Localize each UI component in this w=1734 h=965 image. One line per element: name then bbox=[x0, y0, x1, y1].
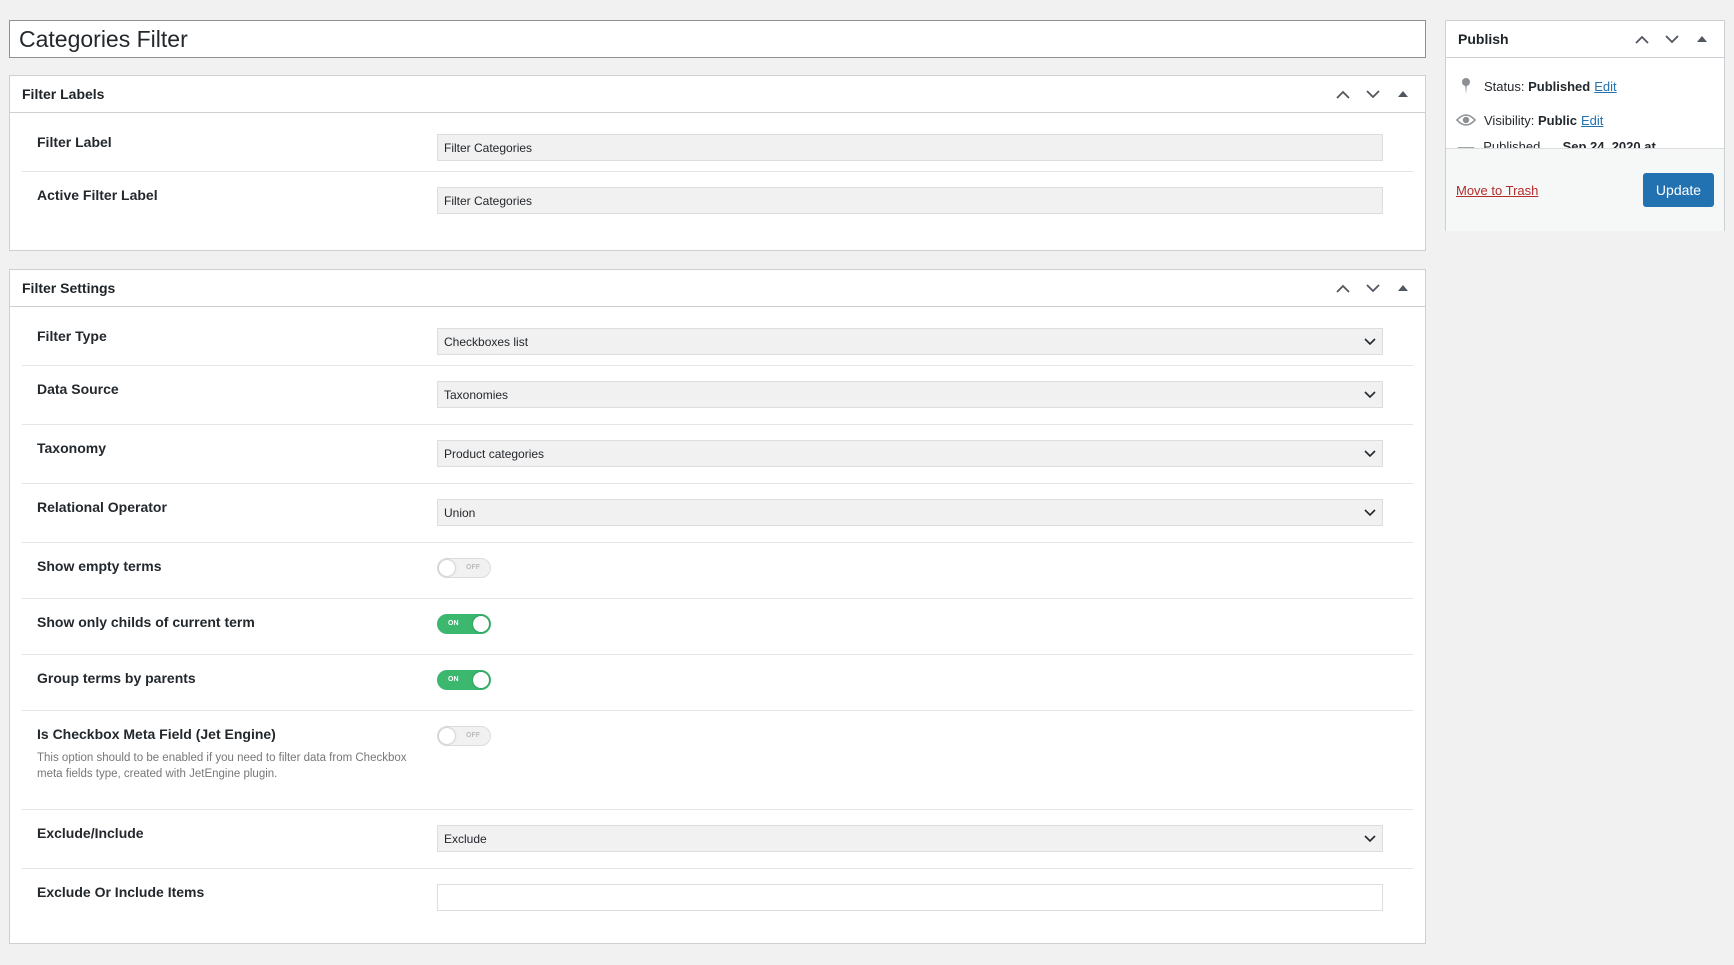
move-up-icon[interactable] bbox=[1333, 278, 1353, 298]
taxonomy-value: Product categories bbox=[444, 446, 545, 461]
publish-title: Publish bbox=[1458, 31, 1509, 47]
filter-type-row: Filter Type Checkboxes list bbox=[22, 307, 1413, 366]
filter-settings-box: Filter Settings Filter Type Checkboxes l… bbox=[9, 269, 1426, 944]
checkbox-meta-label: Is Checkbox Meta Field (Jet Engine) bbox=[37, 726, 276, 742]
taxonomy-label: Taxonomy bbox=[37, 440, 106, 456]
taxonomy-row: Taxonomy Product categories bbox=[22, 425, 1413, 484]
pin-icon bbox=[1456, 77, 1476, 95]
filter-settings-title: Filter Settings bbox=[22, 280, 116, 296]
show-empty-terms-label: Show empty terms bbox=[37, 558, 162, 574]
move-down-icon[interactable] bbox=[1363, 278, 1383, 298]
post-title-input[interactable]: Categories Filter bbox=[9, 20, 1426, 58]
move-up-icon[interactable] bbox=[1632, 29, 1652, 49]
move-down-icon[interactable] bbox=[1363, 84, 1383, 104]
show-only-childs-row: Show only childs of current term ON bbox=[22, 599, 1413, 655]
chevron-down-icon bbox=[1364, 447, 1376, 461]
data-source-label: Data Source bbox=[37, 381, 119, 397]
chevron-down-icon bbox=[1364, 335, 1376, 349]
filter-label-row: Filter Label Filter Categories bbox=[22, 113, 1413, 172]
exclude-include-value: Exclude bbox=[444, 831, 487, 846]
exclude-items-row: Exclude Or Include Items bbox=[22, 869, 1413, 935]
publish-actions: Move to Trash Update bbox=[1446, 148, 1724, 231]
move-down-icon[interactable] bbox=[1662, 29, 1682, 49]
relational-operator-value: Union bbox=[444, 505, 476, 520]
filter-settings-header: Filter Settings bbox=[10, 270, 1425, 307]
toggle-state-text: OFF bbox=[466, 564, 480, 571]
toggle-state-text: ON bbox=[448, 676, 459, 683]
filter-settings-handle-actions bbox=[1333, 278, 1413, 298]
exclude-items-label: Exclude Or Include Items bbox=[37, 884, 205, 900]
sidebar: Publish Status: Published Edit Visibilit… bbox=[1445, 20, 1725, 231]
data-source-row: Data Source Taxonomies bbox=[22, 366, 1413, 425]
relational-operator-row: Relational Operator Union bbox=[22, 484, 1413, 543]
filter-label-input[interactable]: Filter Categories bbox=[437, 134, 1383, 161]
status-row: Status: Published Edit bbox=[1456, 76, 1714, 96]
active-filter-label-row: Active Filter Label Filter Categories bbox=[22, 172, 1413, 238]
active-filter-label-value: Filter Categories bbox=[444, 193, 533, 208]
group-terms-row: Group terms by parents ON bbox=[22, 655, 1413, 711]
show-empty-terms-toggle[interactable]: OFF bbox=[437, 558, 491, 578]
chevron-down-icon bbox=[1364, 506, 1376, 520]
collapse-toggle-icon[interactable] bbox=[1393, 84, 1413, 104]
status-value: Published bbox=[1528, 78, 1591, 94]
move-to-trash-link[interactable]: Move to Trash bbox=[1456, 183, 1538, 198]
main-column: Categories Filter Filter Labels Filter L… bbox=[9, 20, 1426, 944]
toggle-knob bbox=[473, 672, 489, 688]
publish-header: Publish bbox=[1446, 21, 1724, 58]
data-source-select[interactable]: Taxonomies bbox=[437, 381, 1383, 408]
visibility-value: Public bbox=[1537, 112, 1577, 128]
edit-status-link[interactable]: Edit bbox=[1594, 79, 1616, 94]
chevron-down-icon bbox=[1364, 388, 1376, 402]
group-terms-toggle[interactable]: ON bbox=[437, 670, 491, 690]
relational-operator-select[interactable]: Union bbox=[437, 499, 1383, 526]
publish-handle-actions bbox=[1632, 29, 1712, 49]
filter-type-value: Checkboxes list bbox=[444, 334, 529, 349]
filter-labels-inside: Filter Label Filter Categories Active Fi… bbox=[10, 113, 1425, 238]
toggle-knob bbox=[439, 728, 455, 744]
relational-operator-label: Relational Operator bbox=[37, 499, 167, 515]
collapse-toggle-icon[interactable] bbox=[1692, 29, 1712, 49]
data-source-value: Taxonomies bbox=[444, 387, 509, 402]
post-title-text: Categories Filter bbox=[19, 26, 188, 52]
toggle-knob bbox=[439, 560, 455, 576]
filter-labels-header: Filter Labels bbox=[10, 76, 1425, 113]
show-only-childs-label: Show only childs of current term bbox=[37, 614, 255, 630]
active-filter-label-label: Active Filter Label bbox=[37, 187, 158, 203]
eye-icon bbox=[1456, 113, 1476, 127]
taxonomy-select[interactable]: Product categories bbox=[437, 440, 1383, 467]
filter-labels-handle-actions bbox=[1333, 84, 1413, 104]
checkbox-meta-description: This option should to be enabled if you … bbox=[37, 752, 407, 780]
filter-type-select[interactable]: Checkboxes list bbox=[437, 328, 1383, 355]
filter-label-label: Filter Label bbox=[37, 134, 112, 150]
move-up-icon[interactable] bbox=[1333, 84, 1353, 104]
show-only-childs-toggle[interactable]: ON bbox=[437, 614, 491, 634]
exclude-items-input[interactable] bbox=[437, 884, 1383, 911]
checkbox-meta-toggle[interactable]: OFF bbox=[437, 726, 491, 746]
update-button[interactable]: Update bbox=[1643, 173, 1714, 207]
active-filter-label-input[interactable]: Filter Categories bbox=[437, 187, 1383, 214]
checkbox-meta-row: Is Checkbox Meta Field (Jet Engine) This… bbox=[22, 711, 1413, 810]
visibility-row: Visibility: Public Edit bbox=[1456, 110, 1714, 130]
exclude-include-label: Exclude/Include bbox=[37, 825, 144, 841]
filter-type-label: Filter Type bbox=[37, 328, 107, 344]
exclude-include-select[interactable]: Exclude bbox=[437, 825, 1383, 852]
publish-box: Publish Status: Published Edit Visibilit… bbox=[1445, 20, 1725, 231]
exclude-include-row: Exclude/Include Exclude bbox=[22, 810, 1413, 869]
filter-labels-title: Filter Labels bbox=[22, 86, 105, 102]
group-terms-label: Group terms by parents bbox=[37, 670, 196, 686]
toggle-state-text: OFF bbox=[466, 732, 480, 739]
filter-labels-box: Filter Labels Filter Label Filter Catego… bbox=[9, 75, 1426, 251]
edit-visibility-link[interactable]: Edit bbox=[1581, 113, 1603, 128]
chevron-down-icon bbox=[1364, 832, 1376, 846]
status-label: Status: bbox=[1484, 78, 1525, 94]
toggle-knob bbox=[473, 616, 489, 632]
show-empty-terms-row: Show empty terms OFF bbox=[22, 543, 1413, 599]
toggle-state-text: ON bbox=[448, 620, 459, 627]
filter-settings-inside: Filter Type Checkboxes list Data Source … bbox=[10, 307, 1425, 935]
filter-label-value: Filter Categories bbox=[444, 140, 533, 155]
collapse-toggle-icon[interactable] bbox=[1393, 278, 1413, 298]
visibility-label: Visibility: bbox=[1484, 112, 1535, 128]
